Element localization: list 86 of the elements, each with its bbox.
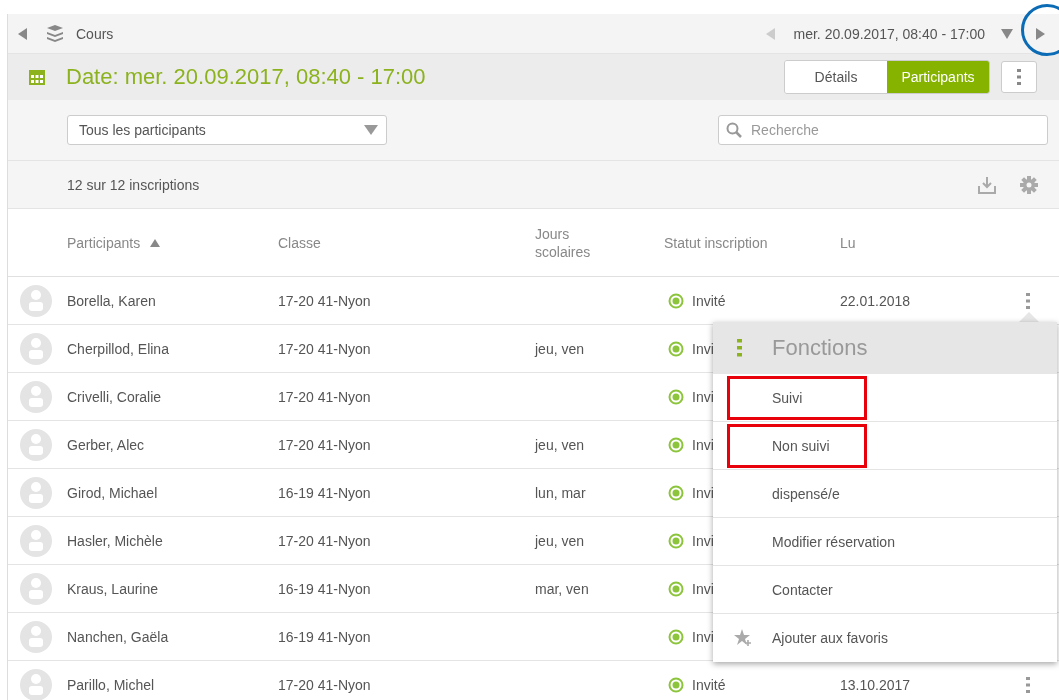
school-days-cell: jeu, ven xyxy=(535,532,585,549)
class-cell-text: 17-20 41-Nyon xyxy=(278,676,372,693)
avatar-icon xyxy=(20,620,52,653)
back-arrow-icon[interactable] xyxy=(18,27,28,40)
status-cell: Invi xyxy=(692,484,714,501)
dropdown-caret-icon[interactable] xyxy=(1001,28,1013,39)
kebab-icon xyxy=(1017,69,1021,85)
status-cell: Invi xyxy=(692,532,714,549)
registration-count: 12 sur 12 inscriptions xyxy=(67,176,200,193)
more-button[interactable] xyxy=(1001,61,1037,93)
settings-icon[interactable] xyxy=(1019,174,1039,195)
participant-name: Girod, Michael xyxy=(67,484,159,501)
avatar-icon xyxy=(20,572,52,605)
layers-icon xyxy=(46,24,64,43)
menu-dots-icon xyxy=(737,339,742,357)
menu-item[interactable]: dispensé/e xyxy=(713,470,1057,518)
participant-name: Borella, Karen xyxy=(67,292,157,309)
row-menu-icon[interactable] xyxy=(1026,292,1030,309)
status-cell: Invité xyxy=(692,676,726,693)
column-header[interactable]: Jours scolaires xyxy=(535,224,605,261)
star-add-icon xyxy=(734,629,752,647)
date-selector[interactable]: mer. 20.09.2017, 08:40 - 17:00 xyxy=(793,25,985,42)
status-cell: Invi xyxy=(692,628,714,645)
avatar-icon xyxy=(20,476,52,509)
avatar-icon xyxy=(20,524,52,557)
avatar-icon xyxy=(20,380,52,413)
participants-dropdown[interactable]: Tous les participants xyxy=(67,115,387,145)
class-cell-text: 16-19 41-Nyon xyxy=(278,628,372,645)
avatar-icon xyxy=(20,332,52,365)
status-icon xyxy=(668,532,684,549)
status-cell: Invité xyxy=(692,292,726,309)
status-icon xyxy=(668,340,684,357)
class-cell-text: 16-19 41-Nyon xyxy=(278,484,372,501)
status-cell: Invi xyxy=(692,436,714,453)
participant-name: Crivelli, Coralie xyxy=(67,388,163,405)
search-field[interactable]: Recherche xyxy=(718,115,1048,145)
school-days-cell: jeu, ven xyxy=(535,436,585,453)
read-date-cell: 22.01.2018 xyxy=(840,292,911,309)
class-cell-text: 16-19 41-Nyon xyxy=(278,580,372,597)
status-icon xyxy=(668,676,684,693)
status-icon xyxy=(668,580,684,597)
participant-name: Kraus, Laurine xyxy=(67,580,160,597)
column-header[interactable]: Classe xyxy=(278,234,321,251)
avatar-icon xyxy=(20,284,52,317)
read-date-cell: 13.10.2017 xyxy=(840,676,911,693)
menu-item[interactable]: Suivi xyxy=(713,374,1057,422)
status-cell: Invi xyxy=(692,340,714,357)
status-icon xyxy=(668,388,684,405)
breadcrumb-link[interactable]: Cours xyxy=(76,25,114,42)
class-cell-text: 17-20 41-Nyon xyxy=(278,388,372,405)
class-cell-text: 17-20 41-Nyon xyxy=(278,340,372,357)
row-menu-icon[interactable] xyxy=(1026,676,1030,693)
status-cell: Invi xyxy=(692,580,714,597)
sort-ascending-icon[interactable] xyxy=(150,238,161,247)
status-icon xyxy=(668,628,684,645)
download-icon[interactable] xyxy=(977,174,997,195)
participant-name: Nanchen, Gaëla xyxy=(67,628,170,645)
status-cell: Invi xyxy=(692,388,714,405)
status-icon xyxy=(668,292,684,309)
column-header[interactable]: Statut inscription xyxy=(664,234,768,251)
page-title: Date: mer. 20.09.2017, 08:40 - 17:00 xyxy=(66,64,426,90)
menu-item[interactable]: Contacter xyxy=(713,566,1057,614)
search-icon xyxy=(726,122,742,138)
class-cell-text: 17-20 41-Nyon xyxy=(278,292,372,309)
participant-name: Cherpillod, Elina xyxy=(67,340,170,357)
calendar-icon xyxy=(28,68,46,86)
next-arrow-icon[interactable] xyxy=(1035,27,1045,40)
participant-name: Gerber, Alec xyxy=(67,436,146,453)
school-days-cell: jeu, ven xyxy=(535,340,585,357)
column-header[interactable]: Participants xyxy=(67,234,161,251)
status-icon xyxy=(668,436,684,453)
menu-item[interactable]: Ajouter aux favoris xyxy=(713,614,1057,662)
participant-name: Parillo, Michel xyxy=(67,676,156,693)
avatar-icon xyxy=(20,428,52,461)
menu-item[interactable]: Modifier réservation xyxy=(713,518,1057,566)
column-header[interactable]: Lu xyxy=(840,234,856,251)
participant-name: Hasler, Michèle xyxy=(67,532,164,549)
class-cell-text: 17-20 41-Nyon xyxy=(278,436,372,453)
school-days-cell: mar, ven xyxy=(535,580,589,597)
dropdown-caret-icon xyxy=(364,125,378,135)
class-cell-text: 17-20 41-Nyon xyxy=(278,532,372,549)
menu-title: Fonctions xyxy=(772,335,868,361)
status-icon xyxy=(668,484,684,501)
view-tab[interactable]: Détails xyxy=(785,61,887,93)
school-days-cell: lun, mar xyxy=(535,484,586,501)
menu-item[interactable]: Non suivi xyxy=(713,422,1057,470)
